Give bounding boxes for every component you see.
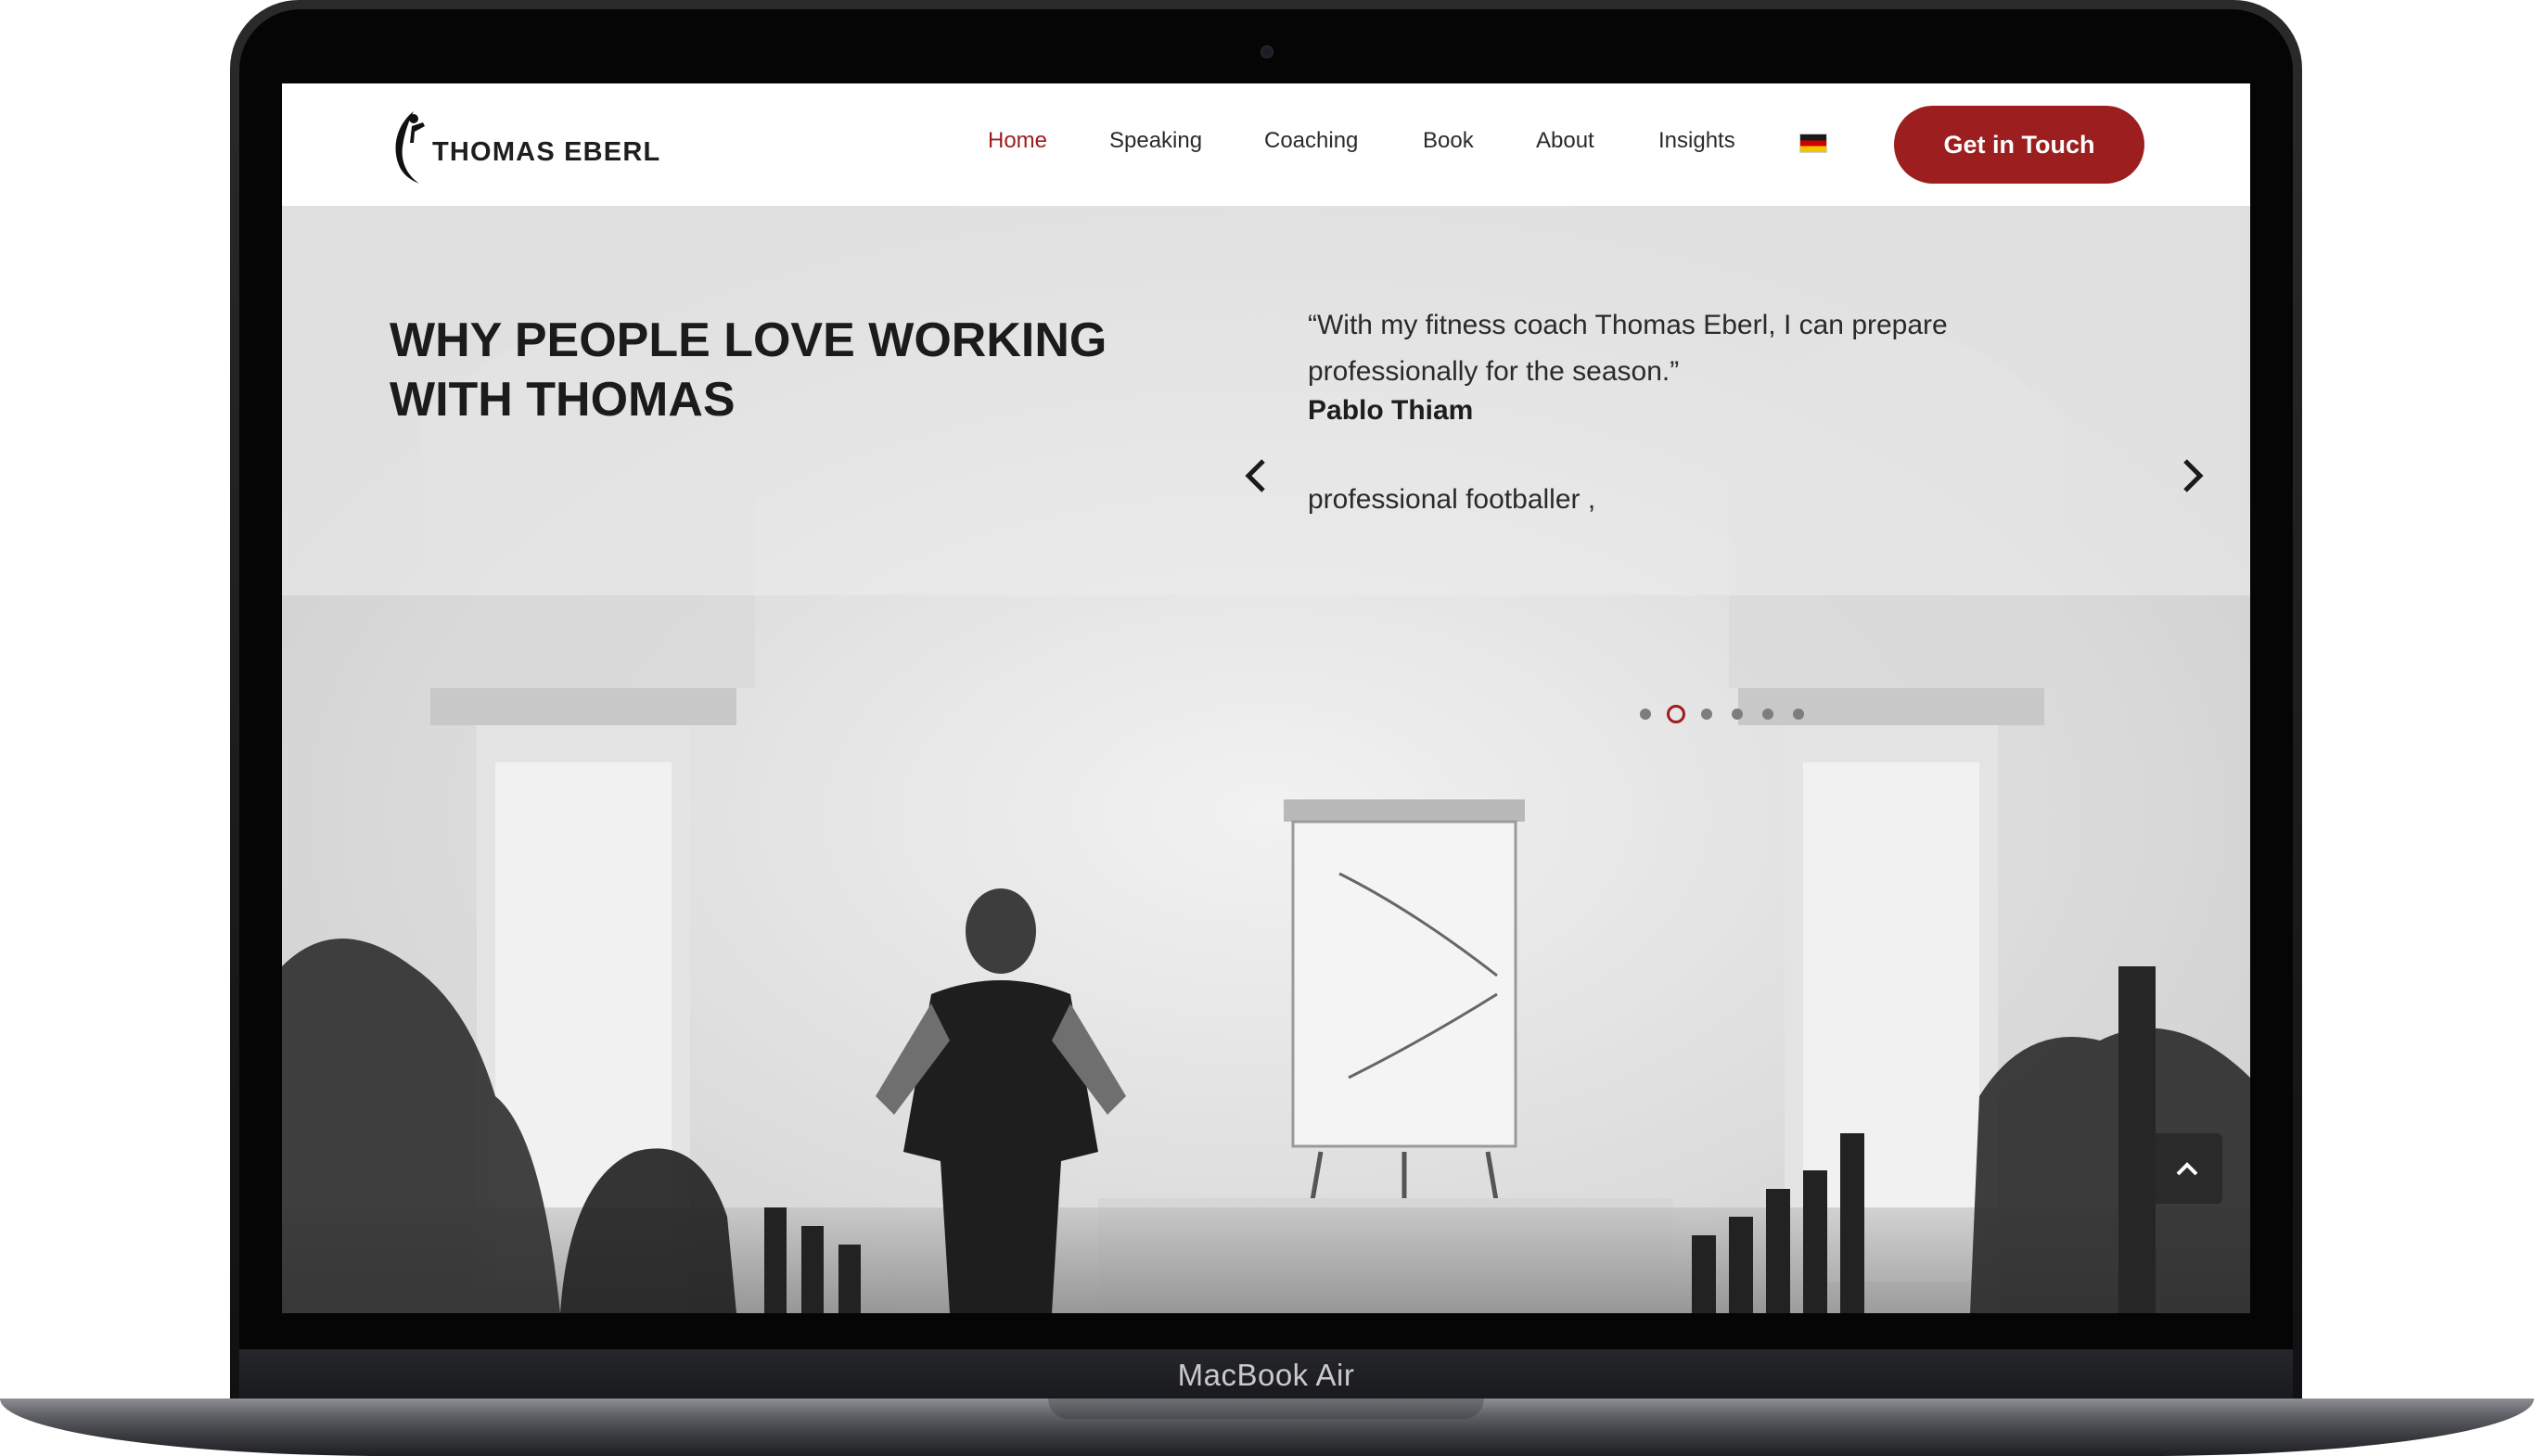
carousel-dot[interactable] xyxy=(1701,709,1712,720)
camera-icon xyxy=(1261,45,1273,58)
nav-home[interactable]: Home xyxy=(988,128,1047,154)
testimonial-hero: WHY PEOPLE LOVE WORKING WITH THOMAS “Wit… xyxy=(282,206,2250,1313)
laptop-chin: MacBook Air xyxy=(239,1349,2293,1401)
carousel-pagination xyxy=(1640,705,1824,723)
nav-coaching[interactable]: Coaching xyxy=(1264,128,1358,154)
nav-book[interactable]: Book xyxy=(1423,128,1474,154)
nav-insights[interactable]: Insights xyxy=(1658,128,1735,154)
carousel-prev-button[interactable] xyxy=(1237,453,1274,499)
carousel-dot[interactable] xyxy=(1793,709,1804,720)
chevron-right-icon xyxy=(2183,459,2204,492)
browser-screen: THOMAS EBERL Home Speaking Coaching Book… xyxy=(282,83,2250,1313)
site-header: THOMAS EBERL Home Speaking Coaching Book… xyxy=(282,83,2250,208)
laptop-hinge-notch xyxy=(1048,1399,1484,1419)
chevron-up-icon xyxy=(2176,1162,2198,1176)
carousel-next-button[interactable] xyxy=(2174,453,2211,499)
carousel-dot[interactable] xyxy=(1762,709,1773,720)
carousel-dot[interactable] xyxy=(1640,709,1651,720)
nav-about[interactable]: About xyxy=(1536,128,1594,154)
section-title-line-1: WHY PEOPLE LOVE WORKING xyxy=(390,313,1107,367)
section-title-line-2: WITH THOMAS xyxy=(390,372,736,427)
get-in-touch-button[interactable]: Get in Touch xyxy=(1894,106,2144,184)
nav-speaking[interactable]: Speaking xyxy=(1109,128,1202,154)
testimonial-quote: “With my fitness coach Thomas Eberl, I c… xyxy=(1308,310,1948,387)
scroll-to-top-button[interactable] xyxy=(2152,1133,2222,1204)
carousel-dot[interactable] xyxy=(1732,709,1743,720)
testimonial-author: Pablo Thiam xyxy=(1308,395,1474,426)
german-flag-icon[interactable] xyxy=(1799,134,1827,153)
device-label: MacBook Air xyxy=(1177,1358,1355,1392)
carousel-dot-active[interactable] xyxy=(1667,705,1685,723)
chevron-left-icon xyxy=(1245,459,1265,492)
testimonial-role: professional footballer , xyxy=(1308,484,1596,515)
section-title: WHY PEOPLE LOVE WORKING WITH THOMAS xyxy=(390,311,1224,429)
